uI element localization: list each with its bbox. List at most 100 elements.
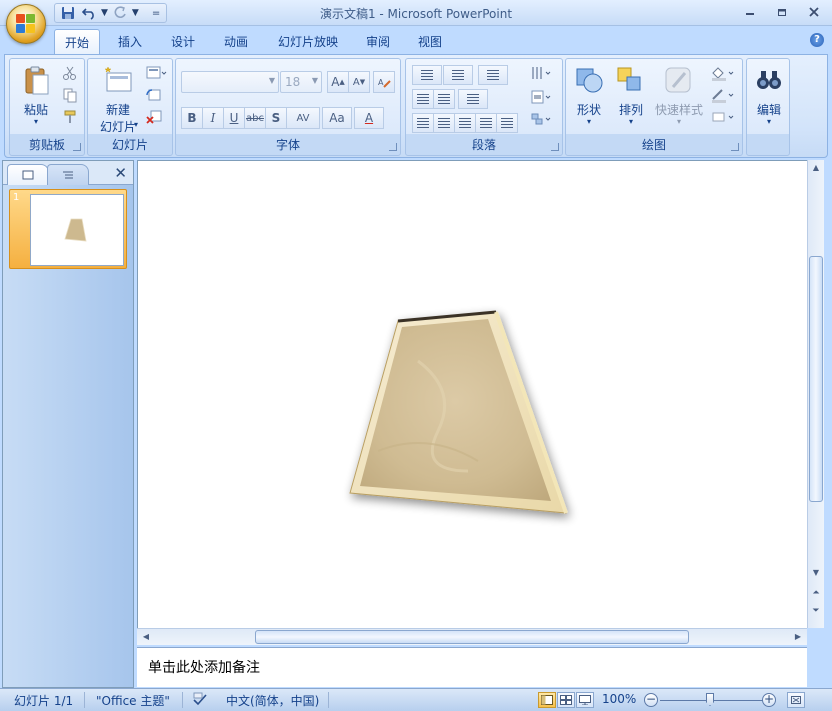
slide-counter: 幻灯片 1/1 bbox=[14, 694, 74, 708]
copy-icon[interactable] bbox=[62, 87, 78, 103]
help-icon[interactable]: ? bbox=[810, 33, 824, 47]
arrange-button[interactable]: 排列 ▾ bbox=[612, 65, 650, 126]
align-left-button[interactable] bbox=[412, 113, 434, 133]
decrease-indent-button[interactable] bbox=[412, 89, 434, 109]
delete-slide-icon[interactable] bbox=[146, 109, 162, 125]
font-color-button[interactable]: A bbox=[354, 107, 384, 129]
notes-pane[interactable]: 单击此处添加备注 bbox=[137, 647, 807, 687]
drawing-group: 形状 ▾ 排列 ▾ 快速样式 ▾ 绘图 bbox=[565, 58, 743, 156]
drawing-launcher[interactable] bbox=[731, 143, 739, 151]
scroll-down-icon[interactable]: ▼ bbox=[809, 566, 823, 580]
cut-icon[interactable] bbox=[62, 65, 78, 81]
notes-placeholder[interactable]: 单击此处添加备注 bbox=[148, 657, 260, 677]
line-spacing-button[interactable] bbox=[478, 65, 508, 85]
font-launcher[interactable] bbox=[389, 143, 397, 151]
editing-button[interactable]: 编辑 ▾ bbox=[751, 65, 787, 126]
scroll-right-icon[interactable]: ▶ bbox=[791, 630, 805, 644]
status-bar: 幻灯片 1/1 "Office 主题" 中文(简体，中国) 100% − + bbox=[0, 688, 832, 711]
slides-panel: ✕ 1 bbox=[2, 160, 134, 688]
tab-view[interactable]: 视图 bbox=[408, 29, 452, 54]
tab-review[interactable]: 审阅 bbox=[356, 29, 400, 54]
shape-fill-icon[interactable] bbox=[710, 65, 736, 81]
slides-tab[interactable] bbox=[7, 164, 49, 185]
increase-indent-button[interactable] bbox=[433, 89, 455, 109]
fit-to-window-button[interactable] bbox=[787, 692, 805, 708]
thumbnail-shape-icon bbox=[64, 218, 87, 242]
outline-tab[interactable] bbox=[47, 164, 89, 185]
window-controls bbox=[740, 3, 824, 21]
slide-show-view-button[interactable] bbox=[576, 692, 594, 708]
trapezoid-shape[interactable] bbox=[138, 161, 808, 629]
minimize-button[interactable] bbox=[740, 3, 760, 21]
tab-design[interactable]: 设计 bbox=[161, 29, 205, 54]
text-shadow-button[interactable]: S bbox=[265, 107, 287, 129]
shape-outline-icon[interactable] bbox=[710, 87, 736, 103]
horizontal-scrollbar[interactable]: ◀ ▶ bbox=[137, 628, 807, 645]
shrink-font-button[interactable]: A ▼ bbox=[348, 71, 370, 93]
zoom-out-button[interactable]: − bbox=[644, 693, 658, 707]
clipboard-launcher[interactable] bbox=[73, 143, 81, 151]
layout-icon[interactable] bbox=[146, 65, 167, 81]
distributed-button[interactable] bbox=[496, 113, 518, 133]
quick-styles-label: 快速样式 bbox=[654, 103, 703, 117]
italic-button[interactable]: I bbox=[202, 107, 224, 129]
font-name-combo[interactable]: ▼ bbox=[181, 71, 279, 93]
slide-thumbnail-1[interactable]: 1 bbox=[9, 189, 127, 269]
editing-dropdown-icon: ▾ bbox=[766, 117, 771, 126]
previous-slide-icon[interactable]: ⏶ bbox=[809, 586, 823, 600]
tab-animations[interactable]: 动画 bbox=[214, 29, 258, 54]
zoom-in-button[interactable]: + bbox=[762, 693, 776, 707]
normal-view-button[interactable] bbox=[538, 692, 556, 708]
vertical-scroll-thumb[interactable] bbox=[809, 256, 823, 502]
shape-effects-icon[interactable] bbox=[710, 109, 736, 125]
change-case-button[interactable]: Aa bbox=[322, 107, 352, 129]
underline-button[interactable]: U bbox=[223, 107, 245, 129]
restore-button[interactable] bbox=[772, 3, 792, 21]
slide-canvas[interactable] bbox=[137, 160, 807, 628]
paste-button[interactable]: 粘贴 ▾ bbox=[18, 65, 54, 126]
next-slide-icon[interactable]: ⏷ bbox=[809, 604, 823, 618]
grow-font-button[interactable]: A ▲ bbox=[327, 71, 349, 93]
increase-indent-icon bbox=[438, 94, 450, 104]
reset-slide-icon[interactable] bbox=[146, 87, 162, 103]
ribbon-tabs: 开始 插入 设计 动画 幻灯片放映 审阅 视图 ? bbox=[0, 26, 832, 54]
format-painter-icon[interactable] bbox=[62, 109, 78, 125]
close-button[interactable] bbox=[804, 3, 824, 21]
numbering-button[interactable] bbox=[443, 65, 473, 85]
shapes-button[interactable]: 形状 ▾ bbox=[570, 65, 608, 126]
paste-label: 粘贴 bbox=[23, 103, 48, 117]
office-button[interactable] bbox=[6, 4, 46, 44]
zoom-slider-thumb[interactable] bbox=[706, 693, 714, 706]
align-center-button[interactable] bbox=[433, 113, 455, 133]
arrange-dropdown-icon: ▾ bbox=[628, 117, 633, 126]
character-spacing-button[interactable]: AV bbox=[286, 107, 320, 129]
text-direction-icon[interactable] bbox=[530, 65, 552, 81]
vertical-scrollbar[interactable]: ▲ ▼ ⏶ ⏷ bbox=[807, 160, 824, 628]
spellcheck-icon[interactable] bbox=[192, 692, 208, 709]
align-text-icon[interactable] bbox=[530, 89, 552, 105]
quick-styles-button[interactable]: 快速样式 ▾ bbox=[652, 65, 706, 126]
language-indicator[interactable]: 中文(简体，中国) bbox=[226, 692, 319, 709]
convert-smartart-icon[interactable] bbox=[530, 111, 552, 127]
scroll-up-icon[interactable]: ▲ bbox=[809, 161, 823, 175]
close-panel-icon[interactable]: ✕ bbox=[114, 164, 127, 182]
font-size-combo[interactable]: 18 ▼ bbox=[280, 71, 322, 93]
bullets-button[interactable] bbox=[412, 65, 442, 85]
columns-button[interactable] bbox=[458, 89, 488, 109]
align-right-button[interactable] bbox=[454, 113, 476, 133]
justify-button[interactable] bbox=[475, 113, 497, 133]
paragraph-launcher[interactable] bbox=[551, 143, 559, 151]
tab-insert[interactable]: 插入 bbox=[108, 29, 152, 54]
new-slide-dropdown-icon[interactable]: ▾ bbox=[134, 121, 138, 129]
slide-sorter-view-button[interactable] bbox=[557, 692, 575, 708]
horizontal-scroll-thumb[interactable] bbox=[255, 630, 689, 644]
tab-home[interactable]: 开始 bbox=[54, 29, 100, 54]
clipboard-group: 粘贴 ▾ 剪贴板 bbox=[9, 58, 85, 156]
clear-formatting-button[interactable]: A bbox=[373, 71, 395, 93]
zoom-level[interactable]: 100% bbox=[602, 692, 636, 706]
scroll-left-icon[interactable]: ◀ bbox=[139, 630, 153, 644]
tab-slide-show[interactable]: 幻灯片放映 bbox=[268, 29, 348, 54]
bold-button[interactable]: B bbox=[181, 107, 203, 129]
strikethrough-button[interactable]: abc bbox=[244, 107, 266, 129]
slide-thumbnail-number: 1 bbox=[13, 192, 20, 203]
